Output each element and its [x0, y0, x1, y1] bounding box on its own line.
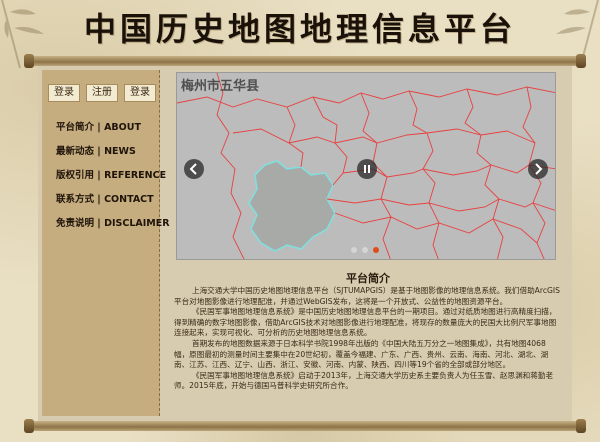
- sidebar: 登录 注册 登录 平台简介 | ABOUT 最新动态 | NEWS 版权引用 |…: [42, 70, 170, 416]
- carousel-dot[interactable]: [351, 247, 357, 253]
- carousel-prev-button[interactable]: [184, 159, 204, 179]
- sidebar-nav: 平台简介 | ABOUT 最新动态 | NEWS 版权引用 | REFERENC…: [56, 116, 170, 236]
- carousel-next-button[interactable]: [528, 159, 548, 179]
- intro-paragraph: 《民国军事地图地理信息系统》是中国历史地图地理信息平台的一期项目。通过对纸质地图…: [174, 307, 557, 338]
- map-carousel[interactable]: 梅州市五华县: [176, 72, 556, 260]
- nav-item-about[interactable]: 平台简介 | ABOUT: [56, 116, 160, 140]
- pause-icon: [364, 165, 370, 173]
- chevron-right-icon: [535, 163, 543, 175]
- login-button[interactable]: 登录: [48, 84, 80, 102]
- scroll-cap: [24, 419, 34, 433]
- intro-paragraph: 首期发布的地图数据来源于日本科学书院1998年出版的《中国大陆五万分之一地图集成…: [174, 338, 549, 370]
- map-caption: 梅州市五华县: [181, 79, 260, 94]
- auth-buttons: 登录 注册 登录: [48, 84, 156, 102]
- carousel-dot[interactable]: [362, 247, 368, 253]
- intro-paragraph: 上海交通大学中国历史地图地理信息平台（SJTUMAPGIS）是基于地图影像的地理…: [174, 286, 560, 306]
- register-button[interactable]: 注册: [86, 84, 118, 102]
- signin-button[interactable]: 登录: [124, 84, 156, 102]
- nav-item-disclaimer[interactable]: 免责说明 | DISCLAIMER: [56, 212, 170, 236]
- scroll-cap: [576, 419, 586, 433]
- chevron-left-icon: [189, 163, 197, 175]
- nav-item-contact[interactable]: 联系方式 | CONTACT: [56, 188, 160, 212]
- carousel-pause-button[interactable]: [357, 159, 377, 179]
- scroll-cap: [24, 54, 34, 68]
- intro-text: 上海交通大学中国历史地图地理信息平台（SJTUMAPGIS）是基于地图影像的地理…: [174, 286, 560, 392]
- scroll-cap: [576, 54, 586, 68]
- carousel-dot-active[interactable]: [373, 247, 379, 253]
- site-title: 中国历史地图地理信息平台: [83, 10, 516, 48]
- carousel-indicators: [351, 247, 379, 253]
- intro-title: 平台简介: [346, 272, 390, 285]
- scroll-rod-top: [24, 54, 586, 68]
- nav-item-reference[interactable]: 版权引用 | REFERENCE: [56, 164, 166, 188]
- nav-item-news[interactable]: 最新动态 | NEWS: [56, 140, 160, 164]
- intro-paragraph: 《民国军事地图地理信息系统》启动于2013年，上海交通大学历史系主要负责人为任玉…: [174, 370, 554, 391]
- main-content: 梅州市五华县 平台简介 上海交通大学中国历史地图地理信息平台（SJTUMAPGI…: [170, 70, 566, 416]
- scroll-rod-bottom: [24, 419, 586, 433]
